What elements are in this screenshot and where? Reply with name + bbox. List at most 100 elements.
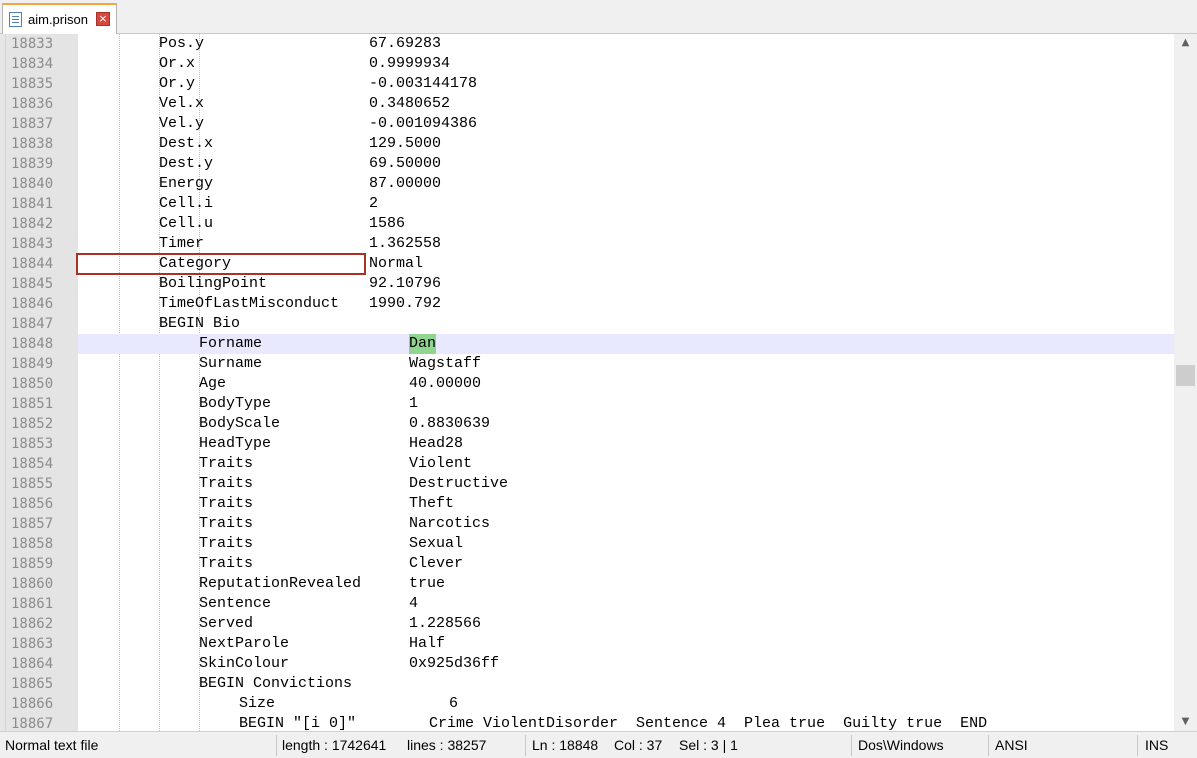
text-line[interactable]: Cell.i 2: [78, 194, 1174, 214]
text-line[interactable]: Traits Violent: [78, 454, 1174, 474]
text-line[interactable]: Sentence 4: [78, 594, 1174, 614]
text-line[interactable]: ReputationRevealed true: [78, 574, 1174, 594]
text-line[interactable]: Surname Wagstaff: [78, 354, 1174, 374]
line-number: 18856: [11, 496, 54, 512]
editor-pane[interactable]: 18833 18834 18835 18836 18837 18838 18839 18840…: [0, 34, 1197, 732]
text-line[interactable]: Pos.y 67.69283: [78, 34, 1174, 54]
line-key: Traits: [199, 555, 254, 572]
text-line[interactable]: HeadType Head28: [78, 434, 1174, 454]
line-number: 18836: [11, 96, 54, 112]
text-line[interactable]: Or.y -0.003144178: [78, 74, 1174, 94]
line-key: Pos.y: [159, 35, 205, 52]
text-line[interactable]: Forname Dan: [78, 334, 1174, 354]
scroll-down-arrow-icon[interactable]: ▼: [1174, 713, 1197, 731]
line-key: Traits: [199, 475, 254, 492]
status-col: Col : 37: [614, 737, 663, 753]
text-line[interactable]: Vel.x 0.3480652: [78, 94, 1174, 114]
line-value: 4: [409, 595, 419, 612]
status-ln: Ln : 18848: [532, 737, 599, 753]
text-line[interactable]: BodyType 1: [78, 394, 1174, 414]
line-number: 18855: [11, 476, 54, 492]
file-tab[interactable]: aim.prison ×: [2, 3, 117, 34]
line-number: 18852: [11, 416, 54, 432]
vertical-scrollbar[interactable]: ▲ ▼: [1174, 34, 1197, 731]
text-line[interactable]: Traits Destructive: [78, 474, 1174, 494]
line-number: 18854: [11, 456, 54, 472]
line-value: 2: [369, 195, 379, 212]
text-line[interactable]: Served 1.228566: [78, 614, 1174, 634]
line-key: BodyType: [199, 395, 272, 412]
line-value: 40.00000: [409, 375, 482, 392]
line-number: 18839: [11, 156, 54, 172]
line-key: BoilingPoint: [159, 275, 268, 292]
line-value: 0.3480652: [369, 95, 451, 112]
text-line[interactable]: Dest.x 129.5000: [78, 134, 1174, 154]
line-number: 18860: [11, 576, 54, 592]
text-line[interactable]: Dest.y 69.50000: [78, 154, 1174, 174]
text-line[interactable]: BodyScale 0.8830639: [78, 414, 1174, 434]
text-line[interactable]: Traits Clever: [78, 554, 1174, 574]
line-number: 18837: [11, 116, 54, 132]
status-file-type: Normal text file: [5, 737, 99, 753]
document-icon: [9, 12, 22, 27]
line-key: Energy: [159, 175, 214, 192]
text-line[interactable]: Traits Theft: [78, 494, 1174, 514]
scroll-up-arrow-icon[interactable]: ▲: [1174, 34, 1197, 52]
text-line[interactable]: BEGIN "[i 0]" Crime ViolentDisorder Sente…: [78, 714, 1174, 731]
line-value: Destructive: [409, 475, 509, 492]
line-key: Surname: [199, 355, 263, 372]
status-encoding: ANSI: [995, 737, 1028, 753]
text-line[interactable]: NextParole Half: [78, 634, 1174, 654]
close-tab-icon[interactable]: ×: [96, 12, 110, 26]
text-line[interactable]: Vel.y -0.001094386: [78, 114, 1174, 134]
line-value: Normal: [369, 255, 424, 272]
line-number: 18850: [11, 376, 54, 392]
text-line[interactable]: BoilingPoint 92.10796: [78, 274, 1174, 294]
text-area[interactable]: Pos.y 67.69283 Or.x 0.9999934 Or.y -0.0031441…: [78, 34, 1174, 731]
line-key: Served: [199, 615, 254, 632]
line-key: Age: [199, 375, 227, 392]
line-key: Cell.i: [159, 195, 214, 212]
status-divider: [988, 735, 989, 756]
line-number: 18863: [11, 636, 54, 652]
line-value: Head28: [409, 435, 464, 452]
text-line[interactable]: Age 40.00000: [78, 374, 1174, 394]
line-key: Traits: [199, 495, 254, 512]
text-line[interactable]: Traits Sexual: [78, 534, 1174, 554]
text-line[interactable]: Timer 1.362558: [78, 234, 1174, 254]
line-number: 18834: [11, 56, 54, 72]
status-length: length : 1742641: [282, 737, 387, 753]
line-key: Dest.y: [159, 155, 214, 172]
line-number: 18840: [11, 176, 54, 192]
text-line[interactable]: SkinColour 0x925d36ff: [78, 654, 1174, 674]
status-divider: [1137, 735, 1138, 756]
text-line[interactable]: BEGIN Convictions: [78, 674, 1174, 694]
status-lines: lines : 38257: [407, 737, 487, 753]
line-number: 18844: [11, 256, 54, 272]
line-key: Traits: [199, 535, 254, 552]
status-eol: Dos\Windows: [858, 737, 944, 753]
status-bar: Normal text file length : 1742641 lines …: [0, 731, 1197, 758]
line-key: TimeOfLastMisconduct: [159, 295, 340, 312]
text-line[interactable]: BEGIN Bio: [78, 314, 1174, 334]
text-line[interactable]: Size 6: [78, 694, 1174, 714]
line-key: BEGIN Convictions: [199, 675, 353, 692]
line-key: BEGIN Bio: [159, 315, 241, 332]
text-line[interactable]: Or.x 0.9999934: [78, 54, 1174, 74]
line-number: 18835: [11, 76, 54, 92]
text-line[interactable]: Energy 87.00000: [78, 174, 1174, 194]
line-number-gutter: 18833 18834 18835 18836 18837 18838 18839 18840…: [6, 34, 78, 732]
line-number: 18864: [11, 656, 54, 672]
line-key: Or.y: [159, 75, 196, 92]
text-line[interactable]: TimeOfLastMisconduct 1990.792: [78, 294, 1174, 314]
line-value: 1: [409, 395, 419, 412]
status-divider: [525, 735, 526, 756]
text-line[interactable]: Cell.u 1586: [78, 214, 1174, 234]
line-key: ReputationRevealed: [199, 575, 362, 592]
line-value: Theft: [409, 495, 455, 512]
line-key: Timer: [159, 235, 205, 252]
line-number: 18842: [11, 216, 54, 232]
line-key: Or.x: [159, 55, 196, 72]
text-line[interactable]: Traits Narcotics: [78, 514, 1174, 534]
scrollbar-thumb[interactable]: [1176, 365, 1195, 386]
